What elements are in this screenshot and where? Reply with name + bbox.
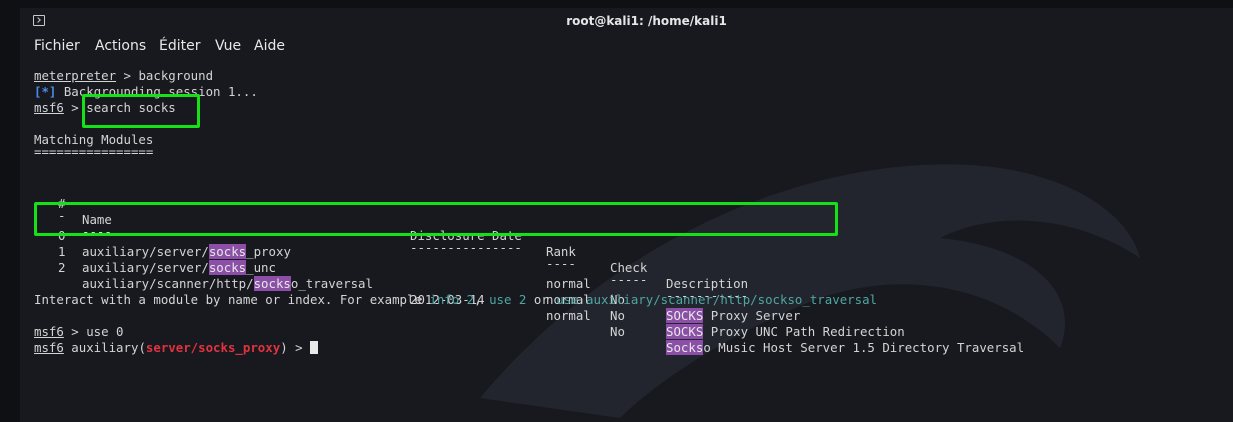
desc-match: SOCKS <box>666 324 704 339</box>
name-prefix: auxiliary/scanner/http/ <box>82 276 254 291</box>
msf6-prompt: msf6 <box>34 324 64 339</box>
active-module: server/socks_proxy <box>145 340 281 355</box>
use-command: > use 0 <box>63 324 124 339</box>
table-row: 2 auxiliary/scanner/http/sockso_traversa… <box>34 244 1024 355</box>
menu-aide[interactable]: Aide <box>254 38 285 54</box>
meterpreter-prompt: meterpreter <box>34 68 117 83</box>
line-background: meterpreter > background <box>34 68 213 84</box>
terminal-output[interactable]: meterpreter > background [*] Backgroundi… <box>34 68 1224 418</box>
interact-hint: Interact with a module by name or index.… <box>34 292 877 308</box>
menu-fichier[interactable]: Fichier <box>34 38 80 54</box>
hint-separator: , <box>474 292 490 307</box>
row-rank: normal <box>546 308 591 323</box>
menu-vue[interactable]: Vue <box>215 38 241 54</box>
hint-use-index: use 2 <box>489 292 527 307</box>
row-desc: SOCKS Proxy UNC Path Redirection <box>666 324 905 340</box>
rule-check: ----- <box>610 272 648 287</box>
hint-info-command: info 2 <box>429 292 475 307</box>
rule-date: --------------- <box>410 240 522 255</box>
msf6-prompt: msf6 <box>34 340 64 355</box>
msf6-prompt: msf6 <box>34 100 64 115</box>
module-context-close: ) > <box>280 340 311 355</box>
name-suffix: _unc <box>246 260 276 275</box>
row-desc: SOCKS Proxy Server <box>666 308 800 324</box>
matching-modules-rule: ================ <box>34 144 154 159</box>
module-context-open: auxiliary( <box>63 340 146 355</box>
menu-bar: Fichier Actions Éditer Vue Aide <box>20 35 1233 61</box>
search-command-highlight-box <box>82 94 200 128</box>
info-tag: [*] <box>34 84 57 99</box>
row-check: No <box>610 308 625 323</box>
menu-editer[interactable]: Éditer <box>159 38 200 54</box>
desc-rest: Proxy UNC Path Redirection <box>703 324 905 339</box>
terminal-window: root@kali1: /home/kali1 Fichier Actions … <box>20 8 1233 422</box>
window-title: root@kali1: /home/kali1 <box>566 14 727 28</box>
desc-rest: o Music Host Server 1.5 Directory Traver… <box>703 340 1025 355</box>
line-current-prompt: msf6 auxiliary(server/socks_proxy) > <box>34 340 319 356</box>
hint-use-module: use auxiliary/scanner/http/sockso_traver… <box>556 292 877 307</box>
desc-match: SOCKS <box>666 308 704 323</box>
hint-text: Interact with a module by name or index.… <box>34 292 430 307</box>
name-suffix: o_traversal <box>290 276 373 291</box>
line-use: msf6 > use 0 <box>34 324 124 340</box>
rule-rank: ---- <box>546 256 576 271</box>
row-rank: normal <box>546 276 591 291</box>
socks-proxy-row-highlight-box <box>34 202 838 236</box>
row-name: auxiliary/scanner/http/sockso_traversal <box>82 276 373 292</box>
row-check: No <box>610 324 625 339</box>
row-name: auxiliary/server/socks_unc <box>82 260 276 276</box>
name-match: socks <box>208 244 247 259</box>
name-prefix: auxiliary/server/ <box>82 244 209 259</box>
background-command: > background <box>116 68 214 83</box>
title-bar: root@kali1: /home/kali1 <box>20 8 1233 34</box>
name-prefix: auxiliary/server/ <box>82 260 209 275</box>
row-num: 2 <box>58 260 66 275</box>
menu-actions[interactable]: Actions <box>95 38 146 54</box>
hint-or: or <box>526 292 557 307</box>
name-match: socks <box>208 260 247 275</box>
desc-match: Socks <box>666 340 704 355</box>
name-suffix: _proxy <box>246 244 291 259</box>
name-match: socks <box>253 276 291 291</box>
desc-rest: Proxy Server <box>703 308 801 323</box>
row-desc: Sockso Music Host Server 1.5 Directory T… <box>666 340 1024 356</box>
row-name: auxiliary/server/socks_proxy <box>82 244 291 260</box>
text-cursor[interactable] <box>310 341 319 354</box>
